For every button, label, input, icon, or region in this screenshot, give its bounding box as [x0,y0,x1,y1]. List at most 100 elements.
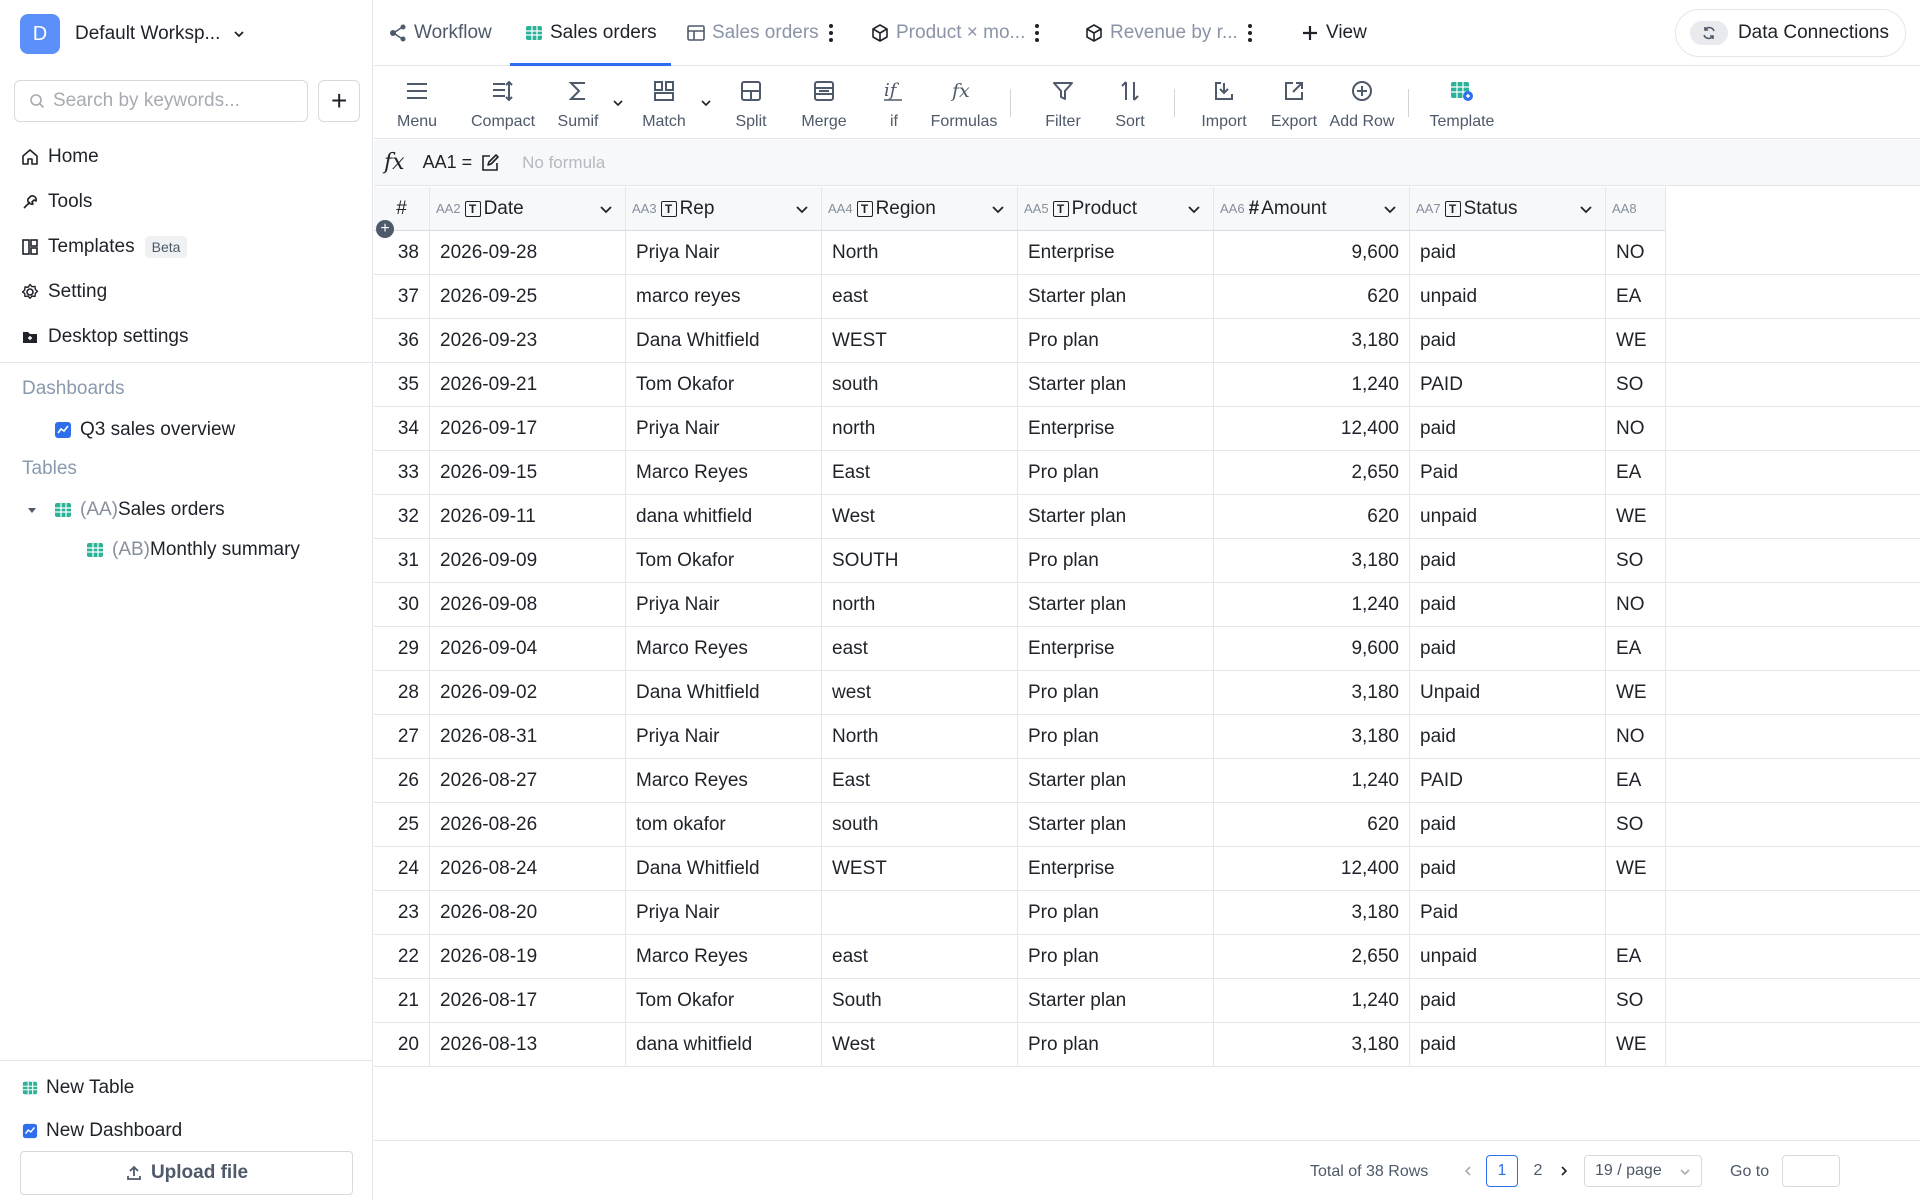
cell-region[interactable]: south [822,803,1018,846]
cell-status[interactable]: paid [1410,1023,1606,1066]
cell-rep[interactable]: Dana Whitfield [626,671,822,714]
import-button[interactable]: Import [1194,77,1254,131]
cell-amount[interactable]: 1,240 [1214,759,1410,802]
table-row[interactable]: 33 2026-09-15 Marco Reyes East Pro plan 2,650… [374,451,1920,495]
cell-product[interactable]: Starter plan [1018,275,1214,318]
edit-icon[interactable] [480,153,500,173]
upload-file-button[interactable]: Upload file [20,1151,353,1195]
table-row[interactable]: 29 2026-09-04 Marco Reyes east Enterprise 9,6… [374,627,1920,671]
more-vertical-icon[interactable] [1035,24,1040,42]
cell-rep[interactable]: dana whitfield [626,495,822,538]
sidebar-item-desktop-settings[interactable]: Desktop settings [20,314,188,359]
table-row[interactable]: 24 2026-08-24 Dana Whitfield WEST Enterprise… [374,847,1920,891]
tab-workflow[interactable]: Workflow [388,0,492,66]
cell-status[interactable]: paid [1410,627,1606,670]
sidebar-item-tools[interactable]: Tools [20,179,188,224]
template-button[interactable]: Template [1418,77,1506,131]
data-connections-button[interactable]: Data Connections [1674,9,1906,57]
cell-status[interactable]: Paid [1410,451,1606,494]
cell-amount[interactable]: 9,600 [1214,627,1410,670]
cell-rep[interactable]: Dana Whitfield [626,847,822,890]
cell-region[interactable]: south [822,363,1018,406]
cell-date[interactable]: 2026-09-04 [430,627,626,670]
cell-region[interactable] [822,891,1018,934]
cell-status[interactable]: paid [1410,539,1606,582]
cell-amount[interactable]: 3,180 [1214,715,1410,758]
cell-amount[interactable]: 1,240 [1214,583,1410,626]
add-row-plus-icon[interactable]: + [376,220,394,238]
cell-rep[interactable]: Marco Reyes [626,935,822,978]
cell-region[interactable]: east [822,627,1018,670]
cell-rep[interactable]: dana whitfield [626,1023,822,1066]
cell-date[interactable]: 2026-09-25 [430,275,626,318]
chevron-down-icon[interactable] [1187,202,1201,216]
cell-amount[interactable]: 9,600 [1214,231,1410,274]
sidebar-item-home[interactable]: Home [20,134,188,179]
new-table-button[interactable]: New Table [22,1077,134,1099]
page-button-1[interactable]: 1 [1486,1155,1518,1187]
cell-product[interactable]: Enterprise [1018,231,1214,274]
cell-amount[interactable]: 3,180 [1214,671,1410,714]
tab-sales-orders-view[interactable]: Sales orders [686,0,833,66]
cell-amount[interactable]: 3,180 [1214,1023,1410,1066]
cell-region[interactable]: WEST [822,847,1018,890]
cell-product[interactable]: Enterprise [1018,407,1214,450]
cell-rep[interactable]: Tom Okafor [626,363,822,406]
cell-date[interactable]: 2026-09-11 [430,495,626,538]
table-row[interactable]: 37 2026-09-25 marco reyes east Starter plan 6… [374,275,1920,319]
new-dashboard-button[interactable]: New Dashboard [22,1120,182,1142]
dashboard-item-q3-sales-overview[interactable]: Q3 sales overview [54,417,235,443]
cell-amount[interactable]: 2,650 [1214,935,1410,978]
cell-product[interactable]: Starter plan [1018,979,1214,1022]
cell-date[interactable]: 2026-09-28 [430,231,626,274]
cell-status[interactable]: paid [1410,319,1606,362]
split-button[interactable]: Split [724,77,778,131]
cell-status[interactable]: paid [1410,231,1606,274]
table-row[interactable]: 22 2026-08-19 Marco Reyes east Pro plan 2,650… [374,935,1920,979]
cell-region[interactable]: west [822,671,1018,714]
sumif-button[interactable]: Sumif [548,77,608,131]
page-size-select[interactable]: 19 / page [1584,1155,1702,1187]
column-header-aa8[interactable]: AA8 [1606,187,1666,231]
add-button[interactable]: + [318,80,360,122]
cell-product[interactable]: Pro plan [1018,935,1214,978]
cell-aa8[interactable] [1606,891,1666,934]
tab-product-pivot[interactable]: Product × mo... [870,0,1040,66]
tab-sales-orders-sheet[interactable]: Sales orders [510,0,671,66]
search-box[interactable] [14,80,309,122]
cell-aa8[interactable]: SO [1606,803,1666,846]
table-row[interactable]: 28 2026-09-02 Dana Whitfield west Pro plan 3,… [374,671,1920,715]
cell-amount[interactable]: 620 [1214,275,1410,318]
match-chevron-down-icon[interactable] [700,97,712,109]
column-header-date[interactable]: AA2 T Date [430,187,626,231]
add-view-button[interactable]: View [1300,0,1367,66]
formulas-button[interactable]: fx Formulas [926,77,1002,131]
cell-rep[interactable]: Dana Whitfield [626,319,822,362]
cell-status[interactable]: unpaid [1410,935,1606,978]
cell-product[interactable]: Pro plan [1018,715,1214,758]
cell-aa8[interactable]: NO [1606,583,1666,626]
chevron-down-icon[interactable] [1579,202,1593,216]
column-header-rep[interactable]: AA3 T Rep [626,187,822,231]
cell-region[interactable]: East [822,451,1018,494]
cell-rep[interactable]: Priya Nair [626,407,822,450]
cell-date[interactable]: 2026-09-23 [430,319,626,362]
cell-product[interactable]: Pro plan [1018,451,1214,494]
table-row[interactable]: 21 2026-08-17 Tom Okafor South Starter plan 1… [374,979,1920,1023]
merge-button[interactable]: Merge [794,77,854,131]
tab-revenue-by-region[interactable]: Revenue by r... [1084,0,1252,66]
cell-date[interactable]: 2026-09-02 [430,671,626,714]
table-row[interactable]: 31 2026-09-09 Tom Okafor SOUTH Pro plan 3,180… [374,539,1920,583]
column-header-amount[interactable]: AA6 # Amount [1214,187,1410,231]
cell-date[interactable]: 2026-09-21 [430,363,626,406]
compact-button[interactable]: Compact [468,77,538,131]
formula-input[interactable]: No formula [522,153,605,173]
cell-date[interactable]: 2026-09-09 [430,539,626,582]
cell-status[interactable]: paid [1410,583,1606,626]
cell-aa8[interactable]: WE [1606,671,1666,714]
chevron-down-icon[interactable] [795,202,809,216]
cell-aa8[interactable]: NO [1606,407,1666,450]
cell-date[interactable]: 2026-08-19 [430,935,626,978]
table-row[interactable]: 27 2026-08-31 Priya Nair North Pro plan 3,180… [374,715,1920,759]
cell-rep[interactable]: Marco Reyes [626,451,822,494]
